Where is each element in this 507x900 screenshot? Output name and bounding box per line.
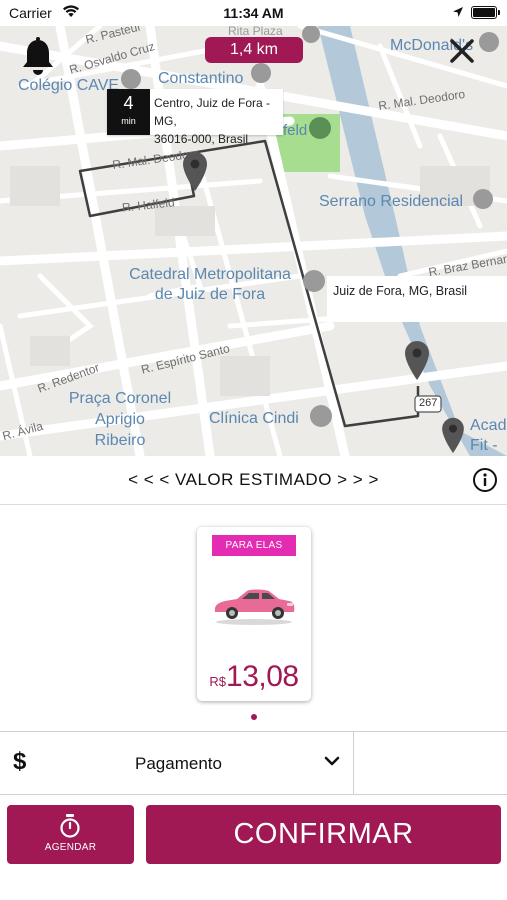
destination-pin-icon[interactable]	[403, 339, 431, 381]
poi-label: Praça Coronel	[68, 390, 172, 407]
eta-badge: 4 min	[107, 89, 150, 135]
schedule-button[interactable]: AGENDAR	[7, 805, 134, 864]
origin-address-line2: 36016-000, Brasil	[154, 132, 249, 146]
page-indicator	[251, 714, 257, 720]
price-display: R$13,08	[197, 660, 311, 694]
poi-label: Clínica Cindi	[209, 410, 299, 427]
map-view[interactable]: R. Pasteur R. Osvaldo Cruz R. Mal. Deodo…	[0, 26, 507, 456]
status-bar: Carrier 11:34 AM	[0, 0, 507, 26]
info-icon[interactable]	[472, 467, 498, 493]
location-arrow-icon	[453, 7, 463, 17]
poi-label: Acad	[470, 417, 507, 434]
driver-pin-icon[interactable]	[440, 416, 466, 454]
chevron-down-icon[interactable]	[323, 754, 341, 768]
origin-pin-icon[interactable]	[181, 150, 209, 192]
poi-label: Serrano Residencial	[319, 193, 464, 210]
dollar-icon: $	[13, 748, 27, 775]
car-icon	[214, 589, 295, 625]
destination-address: Juiz de Fora, MG, Brasil	[333, 284, 468, 298]
car-option-card[interactable]: PARA ELAS R$13,08	[197, 527, 311, 701]
eta-unit: min	[121, 116, 136, 126]
stopwatch-icon	[60, 814, 80, 838]
close-icon[interactable]	[449, 38, 475, 64]
poi-label: Aprigio	[95, 411, 145, 428]
battery-icon	[471, 6, 500, 19]
payment-extra-field[interactable]	[354, 732, 507, 794]
eta-value: 4	[123, 93, 134, 113]
destination-info-box[interactable]: Juiz de Fora, MG, Brasil	[327, 276, 507, 322]
estimate-title: < < < VALOR ESTIMADO > > >	[128, 470, 379, 489]
poi-label: Colégio CAVE	[18, 77, 120, 94]
payment-label: Pagamento	[135, 754, 222, 773]
category-tag: PARA ELAS	[212, 535, 296, 556]
price-value: 13,08	[226, 660, 299, 693]
poi-label: feld	[283, 122, 308, 139]
confirm-button[interactable]: CONFIRMAR	[146, 805, 501, 864]
poi-label: Constantino	[158, 70, 244, 87]
bell-icon[interactable]	[20, 37, 56, 77]
origin-address-line1: Centro, Juiz de Fora - MG,	[154, 96, 271, 128]
payment-selector[interactable]: $ Pagamento	[0, 731, 507, 795]
poi-label: de Juiz de Fora	[154, 286, 266, 303]
schedule-label: AGENDAR	[44, 842, 97, 853]
route-shield-label: 267	[419, 397, 438, 409]
origin-info-box[interactable]: 4 min Centro, Juiz de Fora - MG, 36016-0…	[107, 89, 283, 146]
poi-label: Fit -	[470, 437, 498, 454]
distance-badge: 1,4 km	[205, 37, 303, 63]
poi-label: Ribeiro	[94, 432, 146, 449]
poi-label: Catedral Metropolitana	[129, 266, 291, 283]
clock: 11:34 AM	[223, 5, 284, 21]
origin-address: Centro, Juiz de Fora - MG, 36016-000, Br…	[154, 94, 283, 148]
price-currency: R$	[209, 674, 227, 689]
estimate-header: < < < VALOR ESTIMADO > > >	[0, 456, 507, 505]
